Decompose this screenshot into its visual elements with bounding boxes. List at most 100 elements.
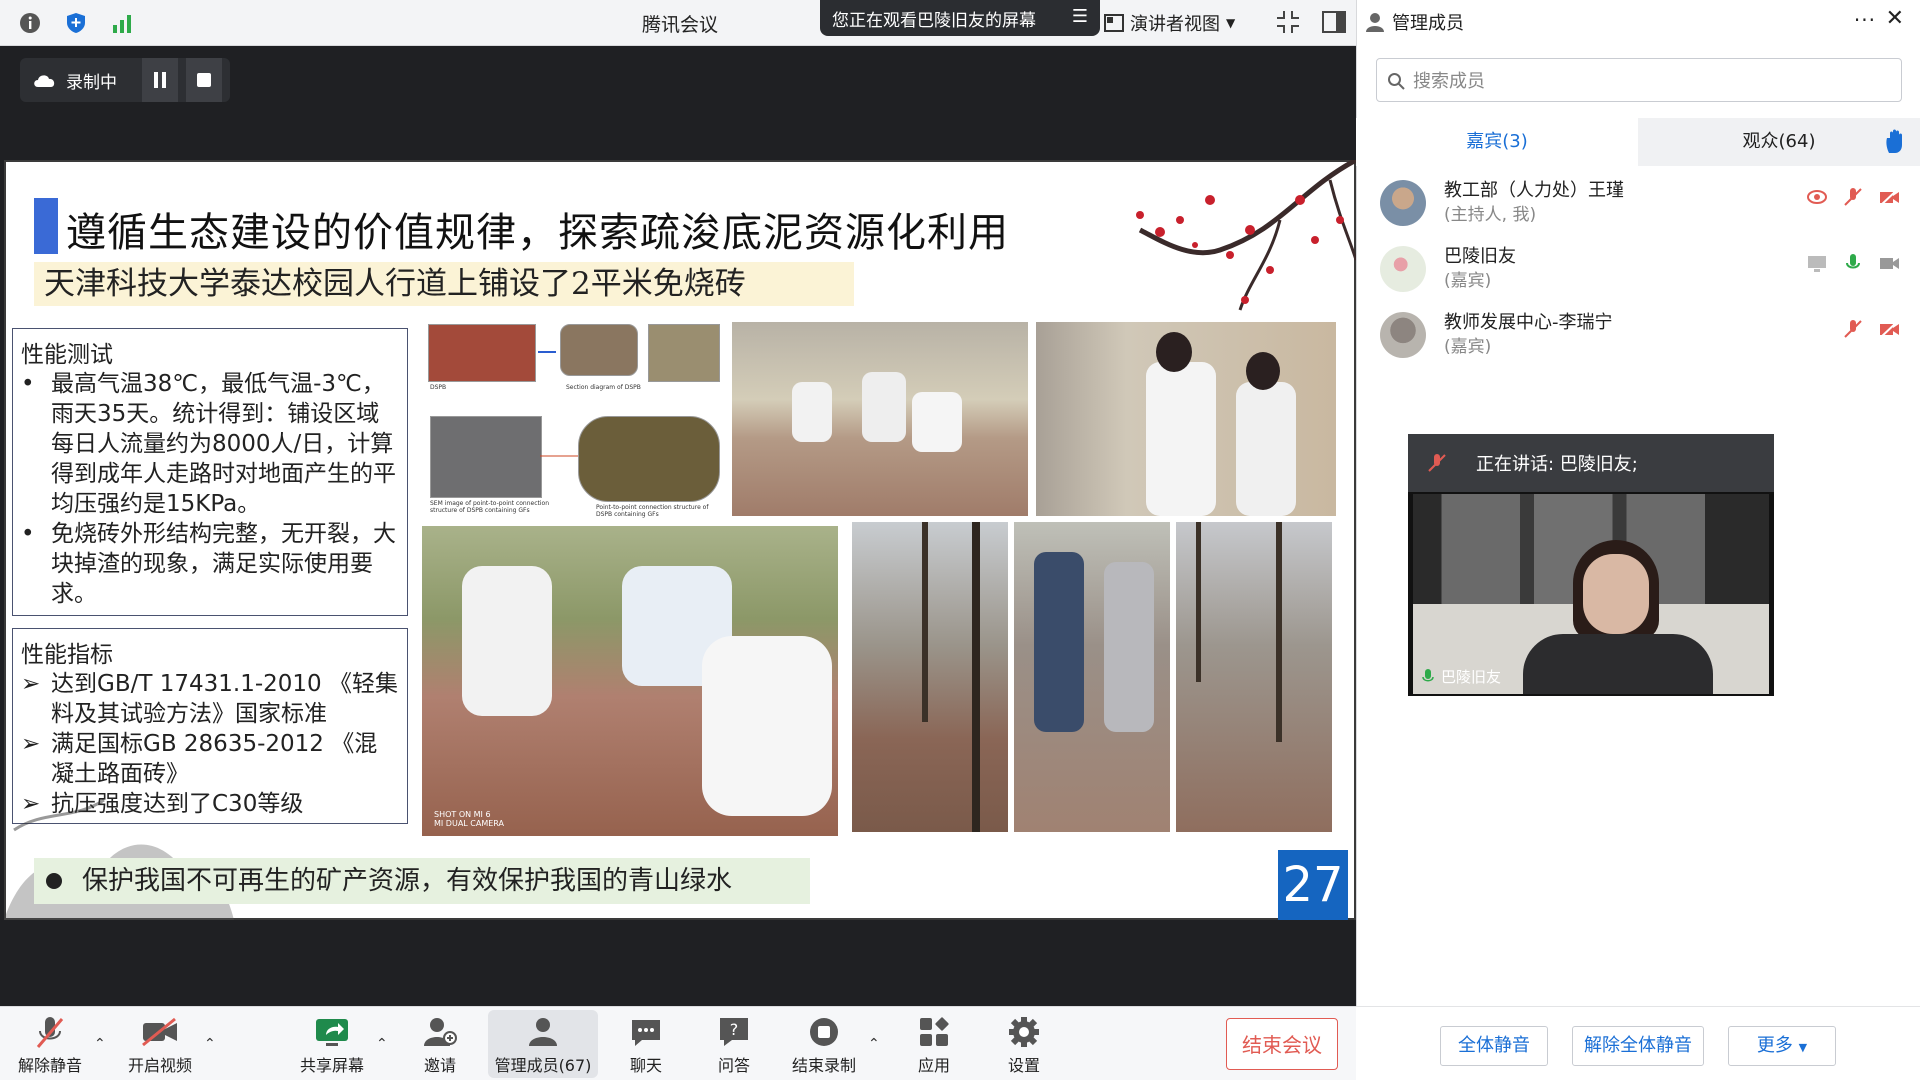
security-shield-icon[interactable] xyxy=(62,9,90,37)
speaker-video-feed: 巴陵旧友 xyxy=(1413,494,1769,694)
close-icon[interactable]: ✕ xyxy=(1886,6,1904,31)
performance-test-box: 性能测试 • 最高气温38℃，最低气温-3℃，雨天35天。统计得到：铺设区域每日人… xyxy=(12,328,408,616)
apps-icon xyxy=(920,1017,949,1046)
member-role: (主持人, 我) xyxy=(1444,205,1537,225)
info-icon[interactable] xyxy=(16,9,44,37)
photo-students-inspecting xyxy=(732,322,1028,516)
user-icon xyxy=(1366,13,1384,32)
video-on-icon[interactable] xyxy=(1878,252,1900,274)
stop-recording-toolbar-button[interactable]: 结束录制 xyxy=(784,1012,864,1076)
member-role: (嘉宾) xyxy=(1444,271,1492,291)
mic-muted-icon xyxy=(1428,454,1446,472)
photo-sidewalk-2 xyxy=(1176,522,1332,832)
view-mode-label: 演讲者视图 xyxy=(1130,14,1220,35)
screen-share-icon xyxy=(1808,256,1826,272)
video-off-icon[interactable] xyxy=(1878,186,1900,208)
signal-stats-icon[interactable] xyxy=(108,9,136,37)
mic-muted-icon[interactable] xyxy=(1842,186,1864,208)
chevron-up-icon[interactable]: ⌃ xyxy=(204,1036,216,1052)
tab-audience[interactable]: 观众(64) xyxy=(1638,118,1920,166)
member-row[interactable]: 教工部（人力处）王瑾 (主持人, 我) xyxy=(1380,176,1900,234)
mic-muted-icon xyxy=(36,1017,64,1048)
slide-page-number: 27 xyxy=(1278,850,1348,920)
chevron-up-icon[interactable]: ⌃ xyxy=(94,1036,106,1052)
member-row[interactable]: 教师发展中心-李瑞宁 (嘉宾) xyxy=(1380,308,1900,366)
member-name: 教师发展中心-李瑞宁 xyxy=(1444,312,1613,333)
mic-muted-icon[interactable] xyxy=(1842,318,1864,340)
share-screen-icon xyxy=(316,1019,348,1046)
sidebar-toggle-icon[interactable] xyxy=(1320,8,1348,36)
svg-text:?: ? xyxy=(730,1020,739,1039)
video-off-icon xyxy=(142,1017,177,1047)
gear-icon xyxy=(1009,1017,1039,1047)
photo-sidewalk-1 xyxy=(852,522,1008,832)
avatar xyxy=(1380,312,1426,358)
speaker-video-header: 正在讲话: 巴陵旧友; xyxy=(1408,434,1774,492)
member-name: 教工部（人力处）王瑾 xyxy=(1444,180,1624,201)
chevron-down-icon: ▼ xyxy=(1226,16,1236,30)
avatar xyxy=(1380,180,1426,226)
member-tabs: 嘉宾(3) 观众(64) xyxy=(1356,118,1920,166)
tab-guests[interactable]: 嘉宾(3) xyxy=(1356,118,1638,166)
slide-subtitle: 天津科技大学泰达校园人行道上铺设了2平米免烧砖 xyxy=(34,262,854,306)
speaker-view-icon xyxy=(1104,14,1124,32)
question-icon: ? xyxy=(720,1018,748,1046)
chevron-up-icon[interactable]: ⌃ xyxy=(376,1036,388,1052)
viewing-screen-banner[interactable]: 您正在观看巴陵旧友的屏幕 ☰ xyxy=(820,0,1100,36)
list-item: ➢ 达到GB/T 17431.1-2010 《轻集料及其试验方法》国家标准 xyxy=(21,671,398,727)
recording-indicator: 录制中 xyxy=(20,58,230,102)
slide-title-marker xyxy=(34,198,58,254)
manage-members-button[interactable]: 管理成员(67) xyxy=(488,1012,598,1076)
unmute-all-button[interactable]: 解除全体静音 xyxy=(1572,1026,1704,1066)
member-row[interactable]: 巴陵旧友 (嘉宾) xyxy=(1380,242,1900,300)
sidebar-header: 管理成员 ··· ✕ xyxy=(1356,0,1920,44)
more-button[interactable]: 更多 ▼ xyxy=(1728,1026,1836,1066)
unmute-button[interactable]: 解除静音 xyxy=(10,1012,90,1076)
mute-all-button[interactable]: 全体静音 xyxy=(1440,1026,1548,1066)
settings-button[interactable]: 设置 xyxy=(984,1012,1064,1076)
invite-user-icon xyxy=(424,1018,457,1046)
stop-recording-button[interactable] xyxy=(186,58,222,102)
pause-recording-button[interactable] xyxy=(142,58,178,102)
exit-fullscreen-icon[interactable] xyxy=(1274,8,1302,36)
member-role: (嘉宾) xyxy=(1444,337,1492,357)
member-name: 巴陵旧友 xyxy=(1444,246,1516,267)
qa-button[interactable]: ? 问答 xyxy=(694,1012,774,1076)
cloud-icon xyxy=(34,75,55,87)
chat-icon xyxy=(632,1020,660,1046)
slide-footer-text: 保护我国不可再生的矿产资源，有效保护我国的青山绿水 xyxy=(82,866,733,896)
apps-button[interactable]: 应用 xyxy=(894,1012,974,1076)
invite-button[interactable]: 邀请 xyxy=(400,1012,480,1076)
chat-button[interactable]: 聊天 xyxy=(606,1012,686,1076)
start-video-button[interactable]: 开启视频 xyxy=(120,1012,200,1076)
app-title: 腾讯会议 xyxy=(641,14,718,36)
avatar xyxy=(1380,246,1426,292)
list-item: • 免烧砖外形结构完整，无开裂，大块掉渣的现象，满足实际使用要求。 xyxy=(21,521,396,607)
search-icon xyxy=(1388,73,1405,90)
end-meeting-button[interactable]: 结束会议 xyxy=(1226,1018,1338,1070)
share-screen-button[interactable]: 共享屏幕 xyxy=(292,1012,372,1076)
screen-share-watching-icon xyxy=(1807,190,1827,204)
photo-students-kneeling: SHOT ON MI 6 MI DUAL CAMERA xyxy=(422,526,838,836)
plum-blossom-decoration xyxy=(1100,157,1358,320)
members-icon xyxy=(529,1018,557,1046)
photo-people-walking xyxy=(1014,522,1170,832)
performance-test-title: 性能测试 xyxy=(21,342,113,368)
slide-footer: 保护我国不可再生的矿产资源，有效保护我国的青山绿水 xyxy=(34,858,810,904)
viewing-banner-text: 您正在观看巴陵旧友的屏幕 xyxy=(832,10,1036,31)
banner-menu-icon[interactable]: ☰ xyxy=(1072,6,1088,27)
video-off-icon[interactable] xyxy=(1878,318,1900,340)
list-item: • 最高气温38℃，最低气温-3℃，雨天35天。统计得到：铺设区域每日人流量约为8… xyxy=(21,371,396,517)
speaking-label: 正在讲话: 巴陵旧友; xyxy=(1476,454,1638,475)
mic-on-icon[interactable] xyxy=(1842,252,1864,274)
mic-on-icon xyxy=(1422,668,1434,681)
view-mode-select[interactable]: 演讲者视图 ▼ xyxy=(1104,8,1254,38)
raise-hand-icon xyxy=(1886,129,1902,153)
chevron-down-icon: ▼ xyxy=(1798,1041,1808,1054)
search-input[interactable]: 搜索成员 xyxy=(1376,58,1902,102)
more-options-icon[interactable]: ··· xyxy=(1854,8,1876,32)
recording-label: 录制中 xyxy=(66,72,117,93)
sidebar-title: 管理成员 xyxy=(1392,13,1464,34)
chevron-up-icon[interactable]: ⌃ xyxy=(868,1036,880,1052)
stop-record-icon xyxy=(810,1018,838,1046)
